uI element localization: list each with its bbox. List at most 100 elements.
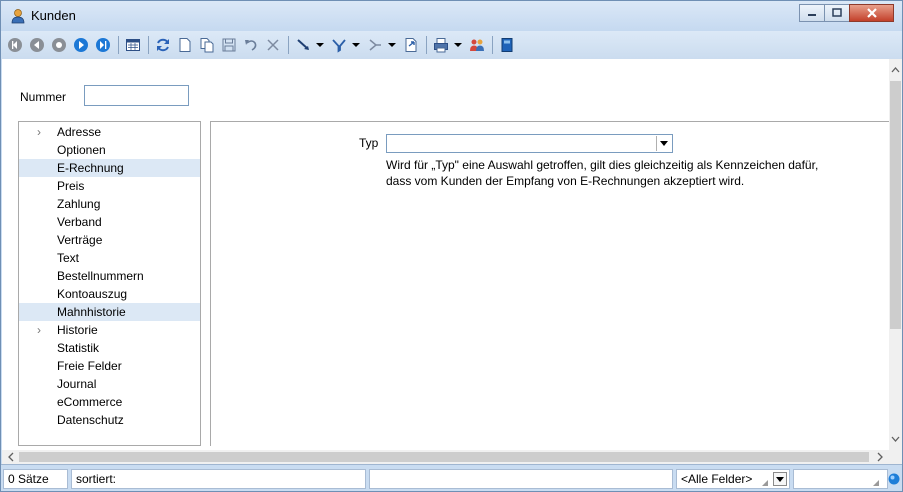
close-button[interactable] [849,4,894,22]
next-record-icon [74,38,88,52]
vertical-scrollbar[interactable] [889,59,902,450]
nav-item-mahnhistorie[interactable]: Mahnhistorie [19,303,200,321]
delete-icon [267,39,279,51]
scroll-right-icon[interactable] [873,450,887,464]
nav-item-label: Datenschutz [57,413,124,427]
filter-button[interactable] [330,36,348,54]
chevron-down-icon [388,43,396,47]
maximize-icon [832,8,842,17]
print-button[interactable] [432,36,450,54]
new-icon [179,38,191,52]
nav-item-verband[interactable]: Verband [19,213,200,231]
nav-item-e-rechnung[interactable]: E-Rechnung [19,159,200,177]
nav-item-datenschutz[interactable]: Datenschutz [19,411,200,429]
close-form-button[interactable] [498,36,516,54]
chevron-right-icon[interactable]: › [37,321,41,339]
nav-item-verträge[interactable]: Verträge [19,231,200,249]
new-button[interactable] [176,36,194,54]
minimize-icon [808,14,816,16]
delete-button[interactable] [264,36,282,54]
nav-item-freie-felder[interactable]: Freie Felder [19,357,200,375]
sort-button[interactable] [366,36,384,54]
typ-hint-text: Wird für „Typ" eine Auswahl getroffen, g… [386,157,886,189]
tools-icon [297,39,309,50]
nav-item-label: Optionen [57,143,106,157]
nav-item-historie[interactable]: › Historie [19,321,200,339]
globe-icon[interactable] [888,473,900,485]
calendar-button[interactable] [124,36,142,54]
window: Kunden Nummer › Adresse Optionen E-Rechn… [0,0,903,492]
status-field-empty [369,469,673,489]
nav-item-label: eCommerce [57,395,123,409]
minimize-button[interactable] [799,4,825,22]
nav-item-label: Verträge [57,233,103,247]
resize-grip-icon [873,480,879,486]
toolbar-separator [148,36,149,54]
nummer-label: Nummer [20,90,67,104]
sort-status: sortiert: [71,469,366,489]
nav-item-label: Zahlung [57,197,101,211]
copy-button[interactable] [198,36,216,54]
nummer-input[interactable] [84,85,189,106]
refresh-button[interactable] [154,36,172,54]
prev-record-button[interactable] [50,36,68,54]
field-filter-dropdown[interactable] [773,472,787,486]
nav-item-label: Bestellnummern [57,269,144,283]
tools-dropdown[interactable] [316,36,324,54]
undo-icon [245,40,257,51]
nav-item-label: Statistik [57,341,100,355]
filter-dropdown[interactable] [352,36,360,54]
refresh-icon [157,38,169,52]
toolbar-separator [426,36,427,54]
nav-item-label: Verband [57,215,102,229]
nav-item-journal[interactable]: Journal [19,375,200,393]
export-icon [405,38,417,52]
export-button[interactable] [402,36,420,54]
nav-item-optionen[interactable]: Optionen [19,141,200,159]
search-field[interactable] [793,469,888,489]
print-icon [434,38,448,53]
save-button[interactable] [220,36,238,54]
nav-item-kontoauszug[interactable]: Kontoauszug [19,285,200,303]
vertical-scroll-thumb[interactable] [890,81,901,329]
tools-button[interactable] [294,36,312,54]
next-record-button[interactable] [72,36,90,54]
nav-item-adresse[interactable]: › Adresse [19,123,200,141]
scroll-up-icon[interactable] [889,63,902,77]
nav-item-preis[interactable]: Preis [19,177,200,195]
sort-dropdown[interactable] [388,36,396,54]
horizontal-scroll-thumb[interactable] [19,452,869,462]
prev-page-icon [30,38,44,52]
nav-item-text[interactable]: Text [19,249,200,267]
print-dropdown[interactable] [454,36,462,54]
nav-item-zahlung[interactable]: Zahlung [19,195,200,213]
scroll-down-icon[interactable] [889,432,902,446]
last-record-button[interactable] [94,36,112,54]
sort-icon [369,39,381,51]
contacts-icon [470,39,484,51]
chevron-right-icon[interactable]: › [37,123,41,141]
chevron-down-icon [776,476,784,482]
record-count: 0 Sätze [3,469,68,489]
typ-select[interactable] [386,134,673,153]
first-record-button[interactable] [6,36,24,54]
chevron-down-icon [454,43,462,47]
undo-button[interactable] [242,36,260,54]
field-filter-select[interactable]: <Alle Felder> [676,469,790,489]
maximize-button[interactable] [824,4,850,22]
scroll-left-icon[interactable] [4,450,18,464]
first-record-icon [8,38,22,52]
section-navigation: › Adresse Optionen E-Rechnung Preis Zahlung Ve… [18,121,201,446]
prev-page-button[interactable] [28,36,46,54]
nav-item-ecommerce[interactable]: eCommerce [19,393,200,411]
horizontal-scrollbar[interactable] [2,450,889,464]
status-bar: 0 Sätze sortiert: <Alle Felder> [1,464,902,491]
typ-dropdown-button[interactable] [656,136,671,151]
contacts-button[interactable] [468,36,486,54]
save-icon [222,38,236,52]
typ-hint-line: dass vom Kunden der Empfang von E-Rechnu… [386,174,745,188]
nav-item-label: Adresse [57,125,102,139]
nav-item-bestellnummern[interactable]: Bestellnummern [19,267,200,285]
nav-item-statistik[interactable]: Statistik [19,339,200,357]
copy-icon [200,38,214,53]
